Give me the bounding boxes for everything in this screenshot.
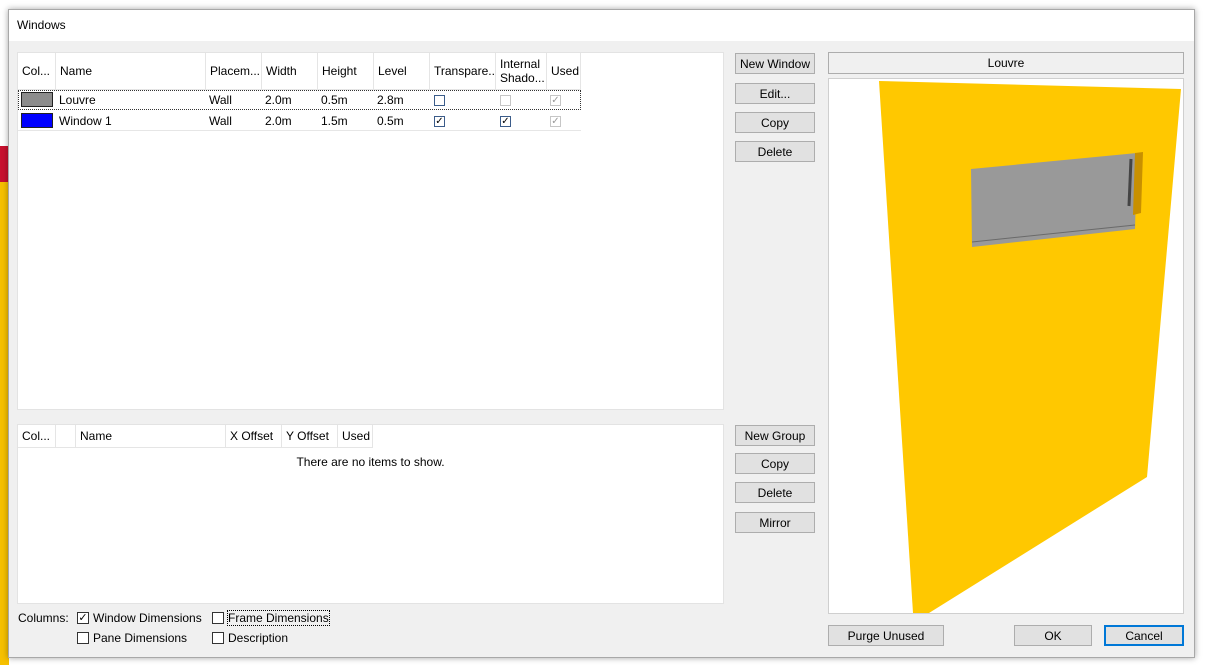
description-option[interactable]: Description: [212, 631, 288, 645]
header-label: Transpare...: [434, 64, 496, 78]
copy-group-button[interactable]: Copy: [735, 453, 815, 474]
windows-table-header: Col... Name Placem... Width Height Level…: [18, 53, 581, 90]
column-header-x-offset[interactable]: X Offset: [226, 425, 282, 447]
color-swatch: [21, 92, 53, 107]
header-label: Used: [342, 429, 371, 443]
windows-dialog: Windows Col... Name Placem... Width Heig…: [8, 9, 1195, 658]
groups-table[interactable]: Col... Name X Offset Y Offset Used There…: [17, 424, 724, 604]
cell-placement: Wall: [209, 93, 232, 107]
cell-level: 2.8m: [377, 93, 404, 107]
description-checkbox[interactable]: [212, 632, 224, 644]
title-bar[interactable]: Windows: [9, 10, 1194, 41]
cancel-button[interactable]: Cancel: [1104, 625, 1184, 646]
description-label: Description: [228, 631, 289, 645]
pane-dimensions-checkbox[interactable]: [77, 632, 89, 644]
purge-unused-button[interactable]: Purge Unused: [828, 625, 944, 646]
cell-height: 1.5m: [321, 114, 348, 128]
column-header-transparent[interactable]: Transpare...: [430, 53, 496, 89]
internal-shadow-checkbox: [500, 95, 511, 106]
header-label: Level: [378, 64, 407, 78]
edit-button[interactable]: Edit...: [735, 83, 815, 104]
header-label: Col...: [22, 64, 51, 78]
pane-dimensions-option[interactable]: Pane Dimensions: [77, 631, 187, 645]
table-row-window-1[interactable]: Window 1 Wall 2.0m 1.5m 0.5m ✓ ✓ ✓: [18, 111, 581, 131]
pane-dimensions-label: Pane Dimensions: [93, 631, 188, 645]
header-label: Y Offset: [286, 429, 329, 443]
frame-dimensions-option[interactable]: Frame Dimensions: [212, 610, 330, 626]
columns-label: Columns:: [18, 611, 69, 625]
used-checkbox: ✓: [550, 116, 561, 127]
column-header-color[interactable]: Col...: [18, 53, 56, 89]
table-row-louvre[interactable]: Louvre Wall 2.0m 0.5m 2.8m ✓: [18, 90, 581, 110]
header-label: Internal Shado...: [500, 57, 545, 85]
column-header-placement[interactable]: Placem...: [206, 53, 262, 89]
column-header-name[interactable]: Name: [76, 425, 226, 447]
internal-shadow-checkbox[interactable]: ✓: [500, 116, 511, 127]
cell-width: 2.0m: [265, 93, 292, 107]
mirror-button[interactable]: Mirror: [735, 512, 815, 533]
header-label: Width: [266, 64, 297, 78]
cell-placement: Wall: [209, 114, 232, 128]
window-dimensions-label: Window Dimensions: [93, 611, 202, 625]
transparent-checkbox[interactable]: ✓: [434, 116, 445, 127]
copy-window-button[interactable]: Copy: [735, 112, 815, 133]
column-header-level[interactable]: Level: [374, 53, 430, 89]
cell-name: Window 1: [59, 114, 112, 128]
header-label: Height: [322, 64, 357, 78]
new-window-button[interactable]: New Window: [735, 53, 815, 74]
header-label: Placem...: [210, 64, 261, 78]
delete-window-button[interactable]: Delete: [735, 141, 815, 162]
cell-height: 0.5m: [321, 93, 348, 107]
louvre-3d-preview: [879, 81, 1181, 613]
delete-group-button[interactable]: Delete: [735, 482, 815, 503]
louvre-blade: [1127, 158, 1133, 207]
ok-button[interactable]: OK: [1014, 625, 1092, 646]
header-label: Name: [60, 64, 93, 78]
window-title: Windows: [17, 18, 66, 32]
cell-level: 0.5m: [377, 114, 404, 128]
header-label: X Offset: [230, 429, 274, 443]
column-header-height[interactable]: Height: [318, 53, 374, 89]
empty-list-message: There are no items to show.: [296, 455, 445, 469]
header-label: Col...: [22, 429, 51, 443]
column-header-internal-shadow[interactable]: Internal Shado...: [496, 53, 547, 89]
column-header-name[interactable]: Name: [56, 53, 206, 89]
cell-name: Louvre: [59, 93, 96, 107]
color-swatch: [21, 113, 53, 128]
header-label: Name: [80, 429, 113, 443]
new-group-button[interactable]: New Group: [735, 425, 815, 446]
column-header-y-offset[interactable]: Y Offset: [282, 425, 338, 447]
windows-table[interactable]: Col... Name Placem... Width Height Level…: [17, 52, 724, 410]
transparent-checkbox[interactable]: [434, 95, 445, 106]
window-preview: [828, 78, 1184, 614]
frame-dimensions-label: Frame Dimensions: [227, 610, 330, 626]
preview-title: Louvre: [828, 52, 1184, 74]
window-dimensions-checkbox[interactable]: ✓: [77, 612, 89, 624]
frame-dimensions-checkbox[interactable]: [212, 612, 224, 624]
column-header-used[interactable]: Used: [338, 425, 373, 447]
header-label: Used: [551, 64, 580, 78]
column-header-blank[interactable]: [56, 425, 76, 447]
column-header-used[interactable]: Used: [547, 53, 581, 89]
window-dimensions-option[interactable]: ✓ Window Dimensions: [77, 611, 202, 625]
groups-table-header: Col... Name X Offset Y Offset Used: [18, 425, 373, 448]
used-checkbox: ✓: [550, 95, 561, 106]
column-header-width[interactable]: Width: [262, 53, 318, 89]
column-header-color[interactable]: Col...: [18, 425, 56, 447]
cell-width: 2.0m: [265, 114, 292, 128]
